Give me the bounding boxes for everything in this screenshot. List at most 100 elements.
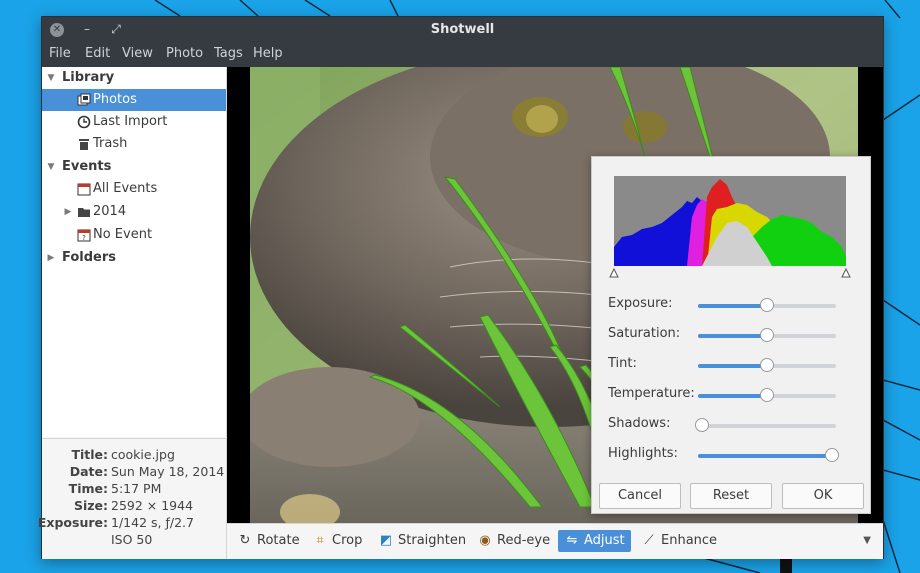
highlights-slider[interactable]: Highlights: — [592, 445, 870, 465]
window-title: Shotwell — [430, 22, 495, 37]
red-eye-label: Red-eye — [497, 533, 551, 548]
adjust-label: Adjust — [584, 533, 625, 548]
enhance-label: Enhance — [661, 533, 718, 548]
crop-button[interactable]: ⌗ Crop — [306, 530, 368, 552]
enhance-button[interactable]: ⟋ Enhance — [635, 530, 723, 552]
menu-edit[interactable]: Edit — [85, 46, 110, 61]
sidebar-header-folders[interactable]: ▶ Folders — [42, 247, 226, 269]
sidebar-header-library[interactable]: ▼ Library — [42, 67, 226, 89]
metadata-value: 5:17 PM — [111, 481, 162, 496]
red-eye-button[interactable]: ◉ Red-eye — [471, 530, 556, 552]
slider-track[interactable] — [698, 448, 839, 462]
histogram-high-handle — [841, 267, 851, 278]
sidebar-header-label: Library — [62, 70, 115, 85]
menu-help[interactable]: Help — [253, 46, 283, 61]
slider-handle[interactable] — [760, 358, 774, 372]
adjust-icon: ⇋ — [566, 533, 578, 548]
chevron-down-icon[interactable]: ▼ — [863, 535, 871, 546]
sidebar-item-trash[interactable]: Trash — [42, 133, 226, 155]
histogram-low-handle — [609, 267, 619, 278]
metadata-value: ISO 50 — [111, 532, 153, 547]
metadata-key: Size: — [73, 498, 108, 513]
metadata-row-title: Title: cookie.jpg — [42, 447, 226, 464]
red-eye-icon: ◉ — [479, 533, 491, 548]
slider-track[interactable] — [698, 388, 836, 402]
slider-handle[interactable] — [695, 418, 710, 432]
cancel-button[interactable]: Cancel — [599, 483, 681, 509]
slider-track[interactable] — [698, 358, 836, 372]
expand-arrow-icon[interactable]: ▶ — [62, 201, 74, 223]
slider-label: Temperature: — [608, 386, 695, 401]
ok-button[interactable]: OK — [782, 483, 864, 509]
crop-icon: ⌗ — [316, 533, 324, 548]
menu-file[interactable]: File — [49, 46, 71, 61]
sidebar-item-last-import[interactable]: Last Import — [42, 111, 226, 133]
slider-label: Saturation: — [608, 326, 681, 341]
sidebar-item-all-events[interactable]: All Events — [42, 178, 226, 200]
sidebar-item-2014[interactable]: ▶ 2014 — [42, 201, 226, 223]
exposure-slider[interactable]: Exposure: — [592, 295, 870, 315]
metadata-key: Date: — [69, 464, 108, 479]
metadata-row-size: Size: 2592 × 1944 — [42, 498, 226, 515]
no-event-icon: ? — [77, 229, 91, 242]
collapse-arrow-icon[interactable]: ▶ — [45, 247, 57, 269]
temperature-slider[interactable]: Temperature: — [592, 385, 870, 405]
trash-icon — [79, 139, 89, 150]
menubar: File Edit View Photo Tags Help — [42, 43, 883, 67]
metadata-value: 1/142 s, ƒ/2.7 — [111, 515, 194, 530]
tint-slider[interactable]: Tint: — [592, 355, 870, 375]
edit-toolbar: ↻ Rotate ⌗ Crop ◩ Straighten ◉ Red-eye ⇋ Adju… — [227, 523, 883, 559]
slider-handle[interactable] — [760, 328, 774, 342]
sidebar: ▼ Library Photos Last Import Trash ▼ Eve… — [42, 67, 227, 437]
adjust-dialog: Exposure: Saturation: Tint: Temperature:… — [591, 156, 871, 514]
slider-track[interactable] — [698, 328, 836, 342]
rotate-label: Rotate — [257, 533, 300, 548]
rotate-icon: ↻ — [239, 533, 251, 548]
sidebar-item-label: Trash — [93, 136, 128, 151]
slider-label: Highlights: — [608, 446, 678, 461]
metadata-value: 2592 × 1944 — [111, 498, 194, 513]
metadata-key: Exposure: — [37, 515, 108, 530]
sidebar-item-label: All Events — [93, 181, 158, 196]
sidebar-header-label: Events — [62, 159, 112, 174]
metadata-row-iso: ISO 50 — [42, 532, 226, 549]
straighten-label: Straighten — [398, 533, 467, 548]
metadata-row-date: Date: Sun May 18, 2014 — [42, 464, 226, 481]
menu-view[interactable]: View — [122, 46, 153, 61]
expand-arrow-icon[interactable]: ▼ — [45, 67, 57, 89]
straighten-icon: ◩ — [379, 533, 393, 548]
svg-text:?: ? — [82, 234, 86, 242]
expand-arrow-icon[interactable]: ▼ — [45, 156, 57, 178]
photos-icon — [77, 93, 91, 106]
metadata-value: Sun May 18, 2014 — [111, 464, 225, 479]
saturation-slider[interactable]: Saturation: — [592, 325, 870, 345]
photo-metadata-panel: Title: cookie.jpg Date: Sun May 18, 2014… — [38, 438, 227, 559]
crop-label: Crop — [332, 533, 363, 548]
menu-photo[interactable]: Photo — [166, 46, 203, 61]
metadata-value: cookie.jpg — [111, 447, 175, 462]
shadows-slider[interactable]: Shadows: — [592, 415, 870, 435]
menu-tags[interactable]: Tags — [214, 46, 243, 61]
sidebar-item-label: Last Import — [93, 114, 168, 129]
reset-button[interactable]: Reset — [690, 483, 772, 509]
slider-label: Exposure: — [608, 296, 673, 311]
slider-label: Shadows: — [608, 416, 671, 431]
metadata-key: Title: — [71, 447, 108, 462]
slider-handle[interactable] — [760, 298, 774, 312]
slider-track[interactable] — [695, 418, 836, 432]
titlebar: ✕ – ⤢ Shotwell — [42, 17, 883, 43]
sidebar-item-label: No Event — [93, 227, 153, 242]
sidebar-header-label: Folders — [62, 250, 117, 265]
sidebar-item-no-event[interactable]: ? No Event — [42, 224, 226, 246]
sidebar-header-events[interactable]: ▼ Events — [42, 156, 226, 178]
slider-track[interactable] — [698, 298, 836, 312]
sidebar-item-photos[interactable]: Photos — [42, 89, 226, 111]
slider-handle[interactable] — [824, 448, 839, 462]
adjust-button[interactable]: ⇋ Adjust — [558, 530, 631, 552]
rotate-button[interactable]: ↻ Rotate — [231, 530, 306, 552]
slider-label: Tint: — [608, 356, 637, 371]
straighten-button[interactable]: ◩ Straighten — [372, 530, 472, 552]
metadata-row-time: Time: 5:17 PM — [42, 481, 226, 498]
folder-icon — [78, 208, 90, 217]
slider-handle[interactable] — [760, 388, 774, 402]
